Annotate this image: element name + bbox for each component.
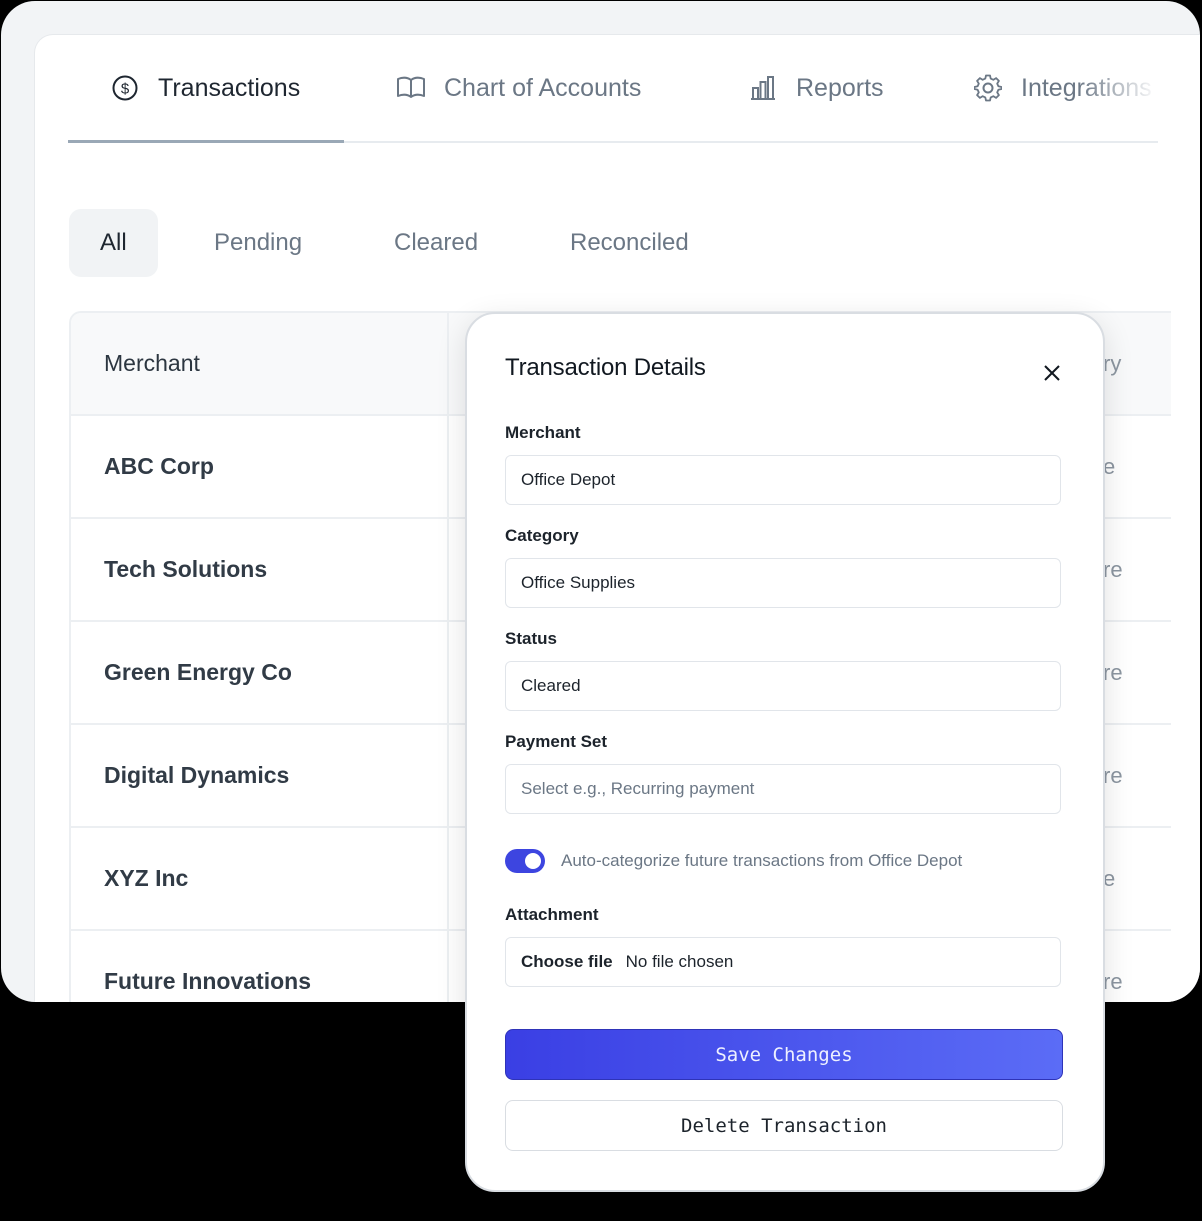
tab-chart-of-accounts-label: Chart of Accounts bbox=[444, 73, 642, 102]
close-button[interactable] bbox=[1037, 358, 1067, 388]
transaction-details-modal: Transaction Details Merchant Office Depo… bbox=[465, 312, 1105, 1192]
row-merchant: Digital Dynamics bbox=[104, 762, 290, 788]
gear-icon bbox=[973, 73, 1003, 103]
payment-set-select[interactable]: Select e.g., Recurring payment bbox=[505, 764, 1061, 814]
tab-reports[interactable]: Reports bbox=[748, 35, 884, 141]
row-merchant: XYZ Inc bbox=[104, 865, 189, 891]
dollar-circle-icon: $ bbox=[110, 73, 140, 103]
tabs-fade bbox=[1078, 75, 1158, 135]
merchant-input[interactable]: Office Depot bbox=[505, 455, 1061, 505]
filter-reconciled[interactable]: Reconciled bbox=[570, 209, 689, 277]
category-input[interactable]: Office Supplies bbox=[505, 558, 1061, 608]
modal-title: Transaction Details bbox=[505, 354, 706, 381]
close-icon bbox=[1044, 365, 1060, 381]
header-category-partial: ry bbox=[1103, 350, 1122, 376]
bar-chart-icon bbox=[748, 73, 778, 103]
auto-categorize-label: Auto-categorize future transactions from… bbox=[561, 851, 963, 870]
filter-cleared[interactable]: Cleared bbox=[394, 209, 478, 277]
book-open-icon bbox=[396, 73, 426, 103]
tab-reports-label: Reports bbox=[796, 73, 884, 102]
row-merchant: ABC Corp bbox=[104, 453, 214, 479]
svg-text:$: $ bbox=[121, 81, 130, 98]
tab-transactions-label: Transactions bbox=[158, 73, 301, 102]
payment-set-label: Payment Set bbox=[505, 732, 608, 751]
category-label: Category bbox=[505, 526, 579, 545]
header-merchant: Merchant bbox=[104, 350, 200, 376]
auto-categorize-toggle[interactable] bbox=[505, 849, 545, 873]
row-category-partial: re bbox=[1103, 968, 1123, 994]
row-category-partial: re bbox=[1103, 762, 1123, 788]
save-changes-button[interactable]: Save Changes bbox=[505, 1029, 1063, 1080]
status-label: Status bbox=[505, 629, 557, 648]
row-merchant: Tech Solutions bbox=[104, 556, 268, 582]
column-divider bbox=[447, 313, 449, 1002]
top-nav: $ Transactions Chart of Accounts Reports bbox=[67, 35, 1158, 143]
delete-transaction-button[interactable]: Delete Transaction bbox=[505, 1100, 1063, 1151]
tab-chart-of-accounts[interactable]: Chart of Accounts bbox=[396, 35, 641, 141]
status-input[interactable]: Cleared bbox=[505, 661, 1061, 711]
merchant-label: Merchant bbox=[505, 423, 581, 442]
row-category-partial: re bbox=[1103, 659, 1123, 685]
row-merchant: Green Energy Co bbox=[104, 659, 292, 685]
tab-transactions[interactable]: $ Transactions bbox=[67, 35, 345, 143]
filter-pending[interactable]: Pending bbox=[214, 209, 302, 277]
filter-all[interactable]: All bbox=[69, 209, 158, 277]
attachment-label: Attachment bbox=[505, 905, 599, 924]
no-file-text: No file chosen bbox=[625, 952, 734, 971]
row-merchant: Future Innovations bbox=[104, 968, 311, 994]
attachment-file-input[interactable]: Choose file No file chosen bbox=[505, 937, 1061, 987]
choose-file-button[interactable]: Choose file bbox=[521, 952, 613, 972]
row-category-partial: re bbox=[1103, 556, 1123, 582]
